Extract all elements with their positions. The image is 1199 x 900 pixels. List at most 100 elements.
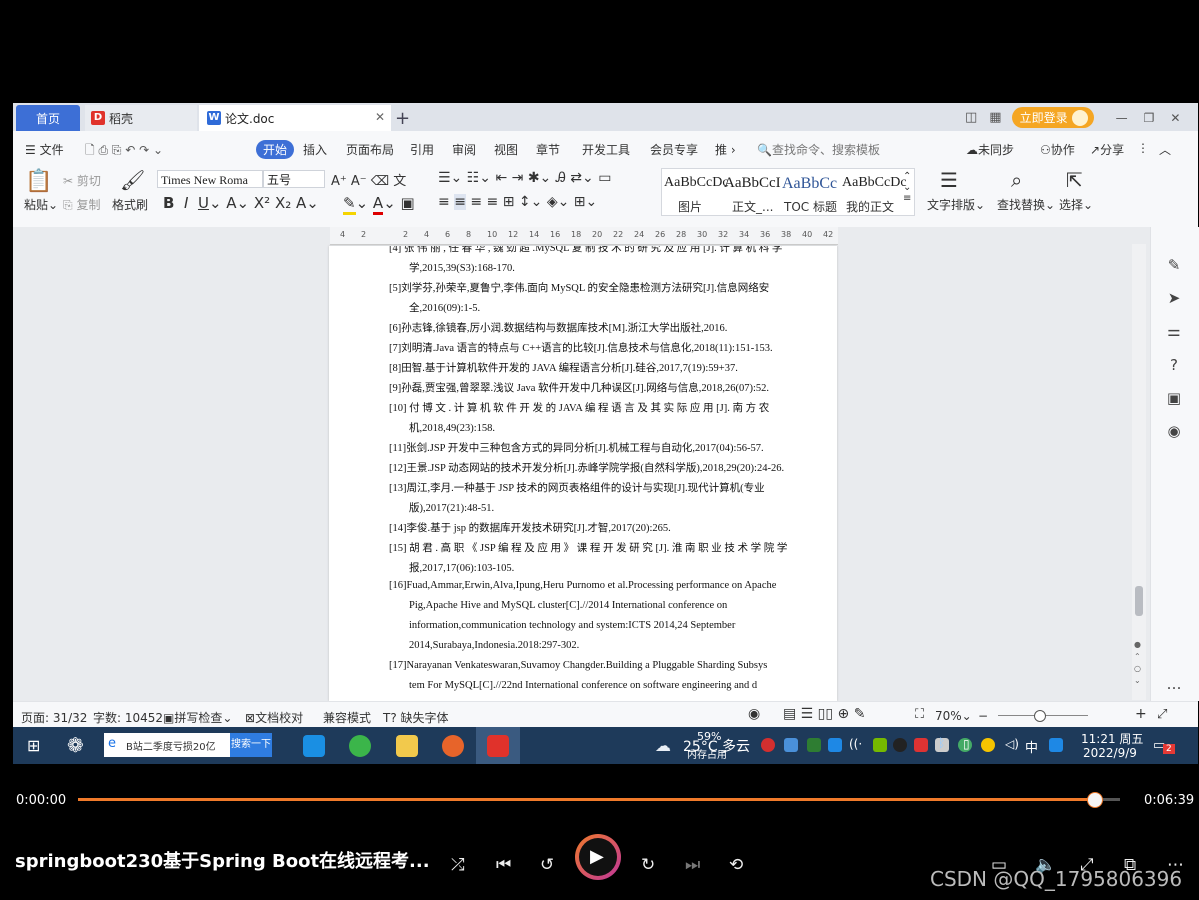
- wifi-icon[interactable]: ((·: [849, 737, 862, 751]
- missing-font-button[interactable]: T? 缺失字体: [383, 709, 449, 726]
- style-sample[interactable]: AaBbCcDc: [664, 175, 729, 191]
- wps-taskbar-button[interactable]: [476, 727, 520, 764]
- scrollbar-thumb[interactable]: [1135, 586, 1143, 616]
- find-replace-button[interactable]: 查找替换⌄: [997, 196, 1055, 213]
- rewind-10-icon[interactable]: ↺: [540, 855, 554, 875]
- fit-page-icon[interactable]: ⛶: [915, 707, 924, 722]
- font-style-buttons[interactable]: B I U⌄ A⌄ X² X₂ A⌄: [163, 194, 319, 212]
- volume-icon[interactable]: ◁): [1005, 737, 1019, 751]
- help-icon[interactable]: ?: [1163, 354, 1185, 376]
- copy-button[interactable]: ⎘ 复制: [63, 196, 100, 213]
- find-icon[interactable]: ⌕: [1011, 168, 1022, 192]
- taskbar-search[interactable]: e B站二季度亏损20亿 搜索一下: [104, 733, 272, 757]
- progress-bar[interactable]: [78, 792, 1120, 808]
- vertical-scrollbar[interactable]: ● ⌃ ○ ⌄: [1132, 244, 1146, 700]
- adjust-icon[interactable]: ⚌: [1163, 320, 1185, 342]
- menu-view[interactable]: 视图: [494, 141, 518, 158]
- word-count[interactable]: 字数: 10452: [93, 709, 163, 726]
- list-tools[interactable]: ☰⌄ ☷⌄ ⇤ ⇥ ✱⌄ Ꭿ ⇄⌄ ▭: [438, 170, 611, 186]
- text-layout-button[interactable]: 文字排版⌄: [927, 196, 985, 213]
- menu-insert[interactable]: 插入: [303, 141, 327, 158]
- spell-check-button[interactable]: ▣拼写检查⌄: [163, 709, 232, 726]
- style-sample[interactable]: AaBbCcDc: [842, 175, 907, 191]
- menu-member[interactable]: 会员专享: [650, 141, 698, 158]
- pen-icon[interactable]: ✎: [1163, 254, 1185, 276]
- zoom-level[interactable]: 70%⌄: [935, 709, 972, 723]
- ie-browser-icon[interactable]: [303, 735, 325, 757]
- apps-grid-icon[interactable]: ▦: [989, 110, 1001, 125]
- view-mode-icons[interactable]: ▤ ☰ ▯▯ ⊕ ✎: [783, 706, 865, 722]
- input-method-indicator[interactable]: 中: [1025, 737, 1038, 756]
- taskbar-search-button[interactable]: 搜索一下: [230, 733, 272, 757]
- zoom-in-icon[interactable]: +: [1135, 706, 1147, 722]
- app-launcher-icon[interactable]: ❁: [67, 733, 84, 757]
- eye-icon[interactable]: ◉: [748, 706, 760, 722]
- tab-daoke[interactable]: D 稻壳: [85, 105, 197, 131]
- qq-icon[interactable]: [893, 738, 907, 752]
- text-layout-icon[interactable]: ☰: [940, 168, 958, 192]
- close-icon[interactable]: ✕: [375, 110, 385, 124]
- font-size-tools[interactable]: A⁺ A⁻ ⌫ 文: [331, 170, 406, 189]
- forward-30-icon[interactable]: ↻: [641, 855, 655, 875]
- font-family-select[interactable]: Times New Roma: [157, 170, 263, 188]
- style-sample[interactable]: AaBbCcI: [724, 175, 781, 192]
- paste-button[interactable]: 粘贴⌄: [24, 196, 58, 213]
- browser-360-icon[interactable]: [349, 735, 371, 757]
- highlight-color-button[interactable]: ✎⌄ A⌄ ▣: [343, 194, 415, 215]
- login-button[interactable]: 立即登录: [1011, 107, 1094, 128]
- play-button[interactable]: ▶: [575, 834, 621, 880]
- close-window-icon[interactable]: ✕: [1170, 111, 1180, 125]
- paragraph-align-tools[interactable]: ≡ ≡ ≡ ≡ ⊞ ↕⌄ ◈⌄ ⊞⌄: [438, 194, 597, 210]
- repeat-off-icon[interactable]: ⟲: [729, 855, 743, 875]
- style-sample[interactable]: AaBbCc: [782, 175, 837, 193]
- zoom-slider-handle[interactable]: [1034, 710, 1046, 722]
- zoom-out-icon[interactable]: −: [978, 709, 988, 723]
- menu-start[interactable]: 开始: [256, 140, 295, 159]
- cut-button[interactable]: ✂ 剪切: [63, 172, 101, 189]
- horizontal-ruler[interactable]: 4 2 2 4 6 8 10 12 14 16 18 20 22 24 26 28 30 32 34 36 38 40 42: [330, 227, 838, 245]
- menu-chapter[interactable]: 章节: [536, 141, 560, 158]
- new-tab-button[interactable]: +: [395, 105, 410, 131]
- clock-time[interactable]: 11:21 周五: [1081, 730, 1143, 747]
- media-app-icon[interactable]: [442, 735, 464, 757]
- restore-icon[interactable]: ❐: [1144, 111, 1155, 125]
- bluetooth-icon[interactable]: ᛒ: [938, 736, 945, 750]
- location-icon[interactable]: ◉: [1163, 420, 1185, 442]
- tab-home[interactable]: 首页: [16, 105, 80, 131]
- format-painter-icon[interactable]: 🖌: [120, 168, 145, 192]
- format-painter-button[interactable]: 格式刷: [112, 196, 148, 213]
- select-cursor-icon[interactable]: ⇱: [1066, 168, 1083, 192]
- zoom-slider[interactable]: [998, 710, 1088, 722]
- shuffle-icon[interactable]: ⤮: [451, 855, 465, 875]
- collab-button[interactable]: ⚇协作: [1040, 141, 1075, 158]
- document-page[interactable]: [4] 张 伟 丽 , 任 春 华 , 魏 劲 超 .MySQL 复 制 技 术…: [329, 246, 837, 701]
- next-icon[interactable]: ⏭: [685, 855, 700, 875]
- nvidia-icon[interactable]: [873, 738, 887, 752]
- page-nav-icons[interactable]: ● ⌃ ○ ⌄: [1134, 639, 1141, 687]
- shield-icon[interactable]: [828, 738, 842, 752]
- weather-text[interactable]: 25°C 多云: [683, 736, 750, 756]
- more-icon[interactable]: …: [1163, 673, 1185, 695]
- tray-app-icon[interactable]: [761, 738, 775, 752]
- quick-toolbar-icons[interactable]: 🗋 ⎙ ⎘ ↶ ↷ ⌄: [85, 141, 163, 162]
- menu-review[interactable]: 审阅: [452, 141, 476, 158]
- font-size-select[interactable]: 五号: [263, 170, 325, 188]
- style-scroll-icon[interactable]: ⌃ ⌄ ≡: [903, 171, 911, 204]
- more-options-icon[interactable]: ⋮: [1137, 141, 1149, 155]
- fullscreen-icon[interactable]: ⤢: [1157, 707, 1167, 722]
- command-search[interactable]: 🔍查找命令、搜索模板: [757, 141, 880, 158]
- menu-dev-tools[interactable]: 开发工具: [582, 141, 630, 158]
- progress-handle[interactable]: [1086, 792, 1103, 808]
- layout-icon[interactable]: ◫: [965, 110, 977, 125]
- menu-reference[interactable]: 引用: [410, 141, 434, 158]
- menu-layout[interactable]: 页面布局: [346, 141, 394, 158]
- tray-app-icon[interactable]: [981, 738, 995, 752]
- battery-icon[interactable]: ▯: [963, 737, 970, 751]
- image-tool-icon[interactable]: ▣: [1163, 387, 1185, 409]
- doc-proof-button[interactable]: ⊠文档校对: [245, 709, 303, 726]
- tray-app-icon[interactable]: [914, 738, 928, 752]
- select-button[interactable]: 选择⌄: [1059, 196, 1093, 213]
- file-explorer-icon[interactable]: [396, 735, 418, 757]
- cursor-icon[interactable]: ➤: [1163, 287, 1185, 309]
- tray-app-icon[interactable]: [807, 738, 821, 752]
